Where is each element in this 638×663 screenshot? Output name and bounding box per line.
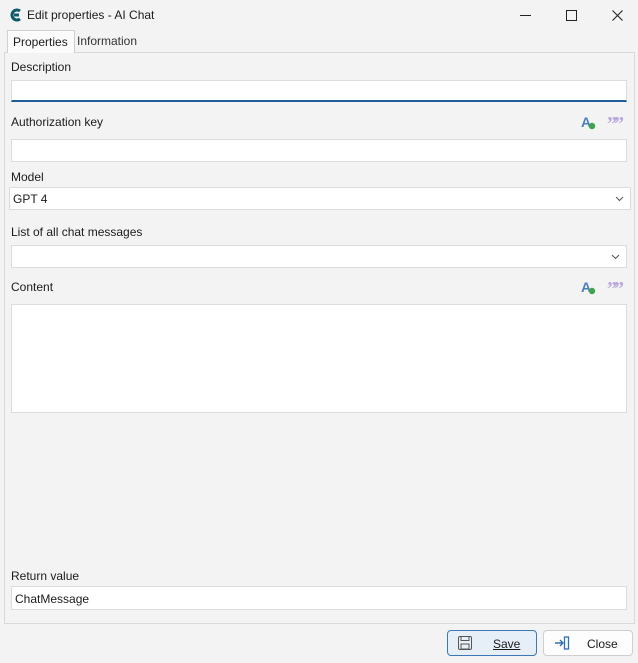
description-label: Description	[11, 60, 72, 74]
return-value-value: ChatMessage	[15, 592, 90, 606]
content-label: Content	[11, 280, 54, 294]
title-bar: Edit properties - AI Chat	[0, 0, 638, 30]
minimize-icon	[519, 14, 531, 16]
chat-messages-select[interactable]	[11, 245, 627, 268]
model-label: Model	[11, 170, 44, 184]
content-textarea[interactable]	[11, 304, 627, 413]
tab-information[interactable]: Information	[72, 30, 142, 52]
chevron-down-icon	[611, 254, 620, 260]
expression-editor-icon[interactable]: A	[579, 113, 597, 131]
tab-properties[interactable]: Properties	[7, 30, 75, 53]
expression-editor-icon[interactable]: A	[579, 278, 597, 296]
description-field[interactable]	[11, 80, 627, 102]
window-title: Edit properties - AI Chat	[27, 8, 155, 22]
return-value-label: Return value	[11, 569, 80, 583]
chat-messages-label: List of all chat messages	[11, 225, 143, 239]
minimize-button[interactable]	[502, 0, 548, 30]
exit-icon	[555, 636, 570, 650]
svg-text:”: ”	[614, 278, 624, 296]
quote-icon[interactable]: ” ”	[606, 278, 624, 296]
close-icon	[611, 9, 623, 21]
save-button-label: Save	[493, 637, 521, 651]
app-logo-icon	[10, 8, 21, 22]
maximize-button[interactable]	[548, 0, 594, 30]
quote-icon[interactable]: ” ”	[606, 113, 624, 131]
model-value: GPT 4	[13, 192, 48, 206]
authorization-key-label: Authorization key	[11, 115, 104, 129]
chevron-down-icon	[615, 196, 624, 202]
save-icon	[458, 636, 472, 650]
maximize-icon	[565, 9, 577, 21]
authorization-key-field[interactable]	[11, 139, 627, 162]
save-button[interactable]: Save	[447, 630, 537, 656]
close-button[interactable]: Close	[543, 630, 633, 656]
close-button-label: Close	[587, 637, 618, 651]
close-window-button[interactable]	[594, 0, 638, 30]
svg-text:”: ”	[614, 113, 624, 131]
model-select[interactable]: GPT 4	[9, 187, 631, 210]
return-value-field[interactable]: ChatMessage	[11, 586, 627, 610]
